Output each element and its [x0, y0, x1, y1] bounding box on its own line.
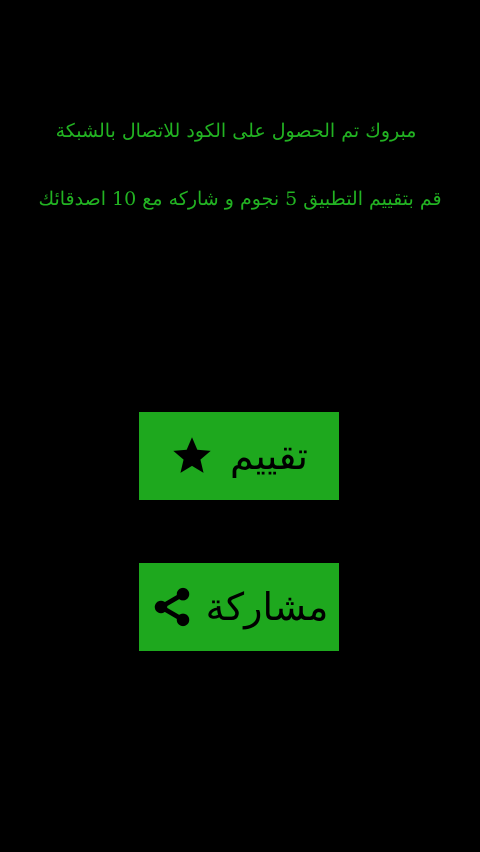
share-button[interactable]: مشاركة — [139, 563, 339, 651]
share-button-label: مشاركة — [205, 585, 329, 629]
instruction-message: قم بتقييم التطبيق 5 نجوم و شاركه مع 10 ا… — [38, 188, 442, 210]
rate-button[interactable]: تقييم — [139, 412, 339, 500]
star-icon — [170, 434, 214, 478]
share-icon — [150, 585, 194, 629]
app-screen: مبروك تم الحصول على الكود للاتصال بالشبك… — [0, 0, 480, 852]
rate-button-label: تقييم — [229, 434, 309, 478]
success-message: مبروك تم الحصول على الكود للاتصال بالشبك… — [55, 120, 417, 142]
